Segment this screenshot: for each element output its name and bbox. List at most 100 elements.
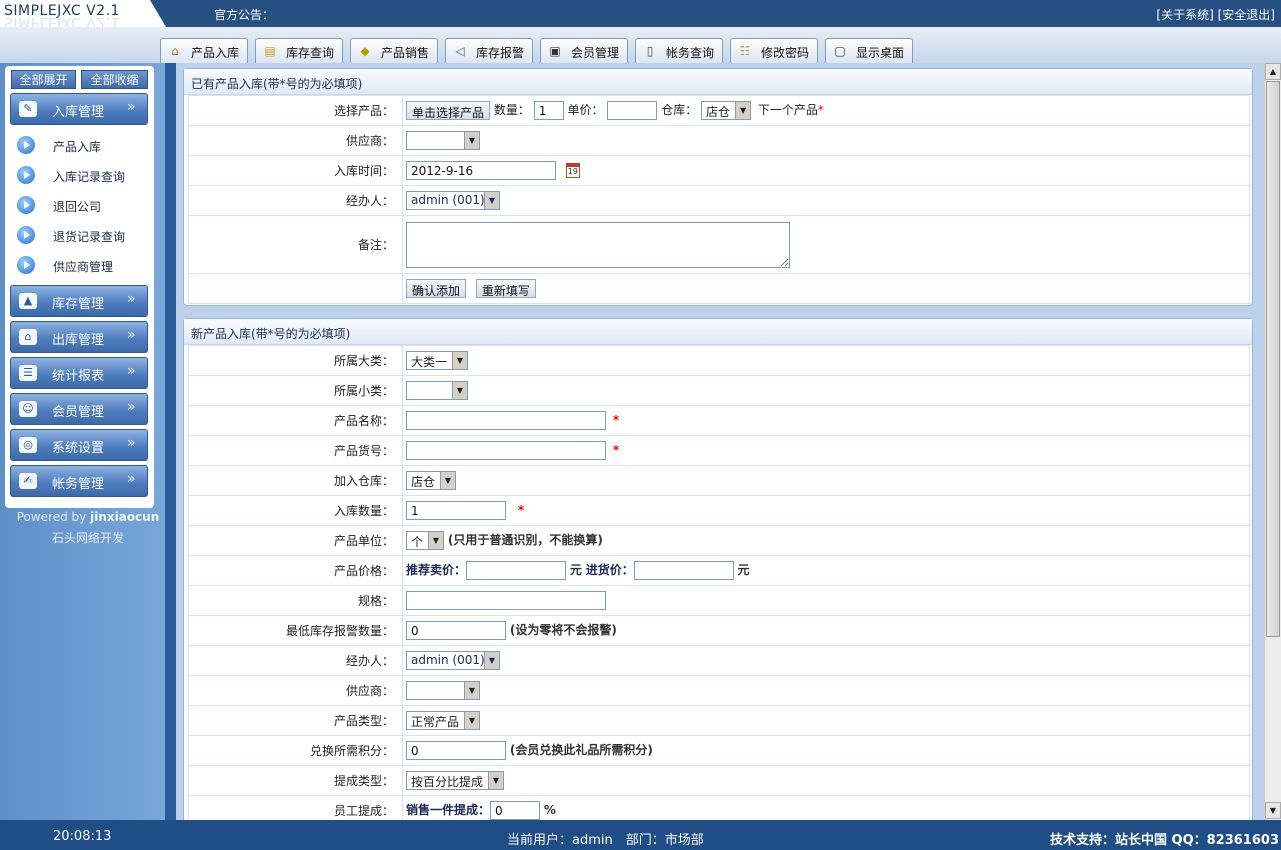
tab-label: 产品入库	[191, 46, 240, 60]
chevron-down-icon: ▼	[440, 472, 455, 489]
handler-select[interactable]: admin (001) ▼	[406, 651, 500, 670]
empty-cell	[188, 273, 403, 304]
reset-button[interactable]: 重新填写	[475, 279, 536, 298]
subitem-return-records[interactable]: 退货记录查询	[15, 225, 145, 245]
play-icon	[17, 196, 35, 214]
spec-input[interactable]	[406, 591, 606, 610]
tab-label: 帐务查询	[666, 46, 715, 60]
subitem-return[interactable]: 退回公司	[15, 195, 145, 215]
product-type-select[interactable]: 正常产品 ▼	[406, 711, 480, 730]
select-value: 按百分比提成	[411, 775, 484, 789]
menu-label: 出库管理	[52, 333, 105, 348]
section-title: 新产品入库(带*号的为必填项)	[184, 319, 1252, 345]
unit-note: (只用于普通识别，不能换算)	[447, 533, 603, 547]
points-input[interactable]	[406, 741, 506, 760]
menu-stock-out[interactable]: ⌂ 出库管理 »	[10, 321, 148, 353]
subitem-label: 入库记录查询	[53, 170, 126, 184]
report-icon: ☰	[19, 365, 37, 381]
powered-brand: jinxiaocun	[90, 510, 160, 524]
menu-label: 入库管理	[52, 105, 105, 120]
menu-settings[interactable]: ◎ 系统设置 »	[10, 429, 148, 461]
product-code-input[interactable]	[406, 441, 606, 460]
field-label: 供应商：	[188, 125, 403, 156]
tab-label: 库存报警	[476, 46, 525, 60]
subitem-label: 供应商管理	[53, 260, 114, 274]
remark-textarea[interactable]	[406, 221, 790, 268]
subitem-label: 产品入库	[53, 140, 102, 154]
scroll-up-arrow-icon[interactable]: ▲	[1265, 63, 1281, 80]
sell-price-label: 推荐卖价：	[406, 563, 467, 577]
unit-select[interactable]: 个 ▼	[406, 531, 444, 550]
buy-price-input[interactable]	[633, 561, 734, 580]
currency-label: 元	[737, 563, 750, 577]
expand-all-button[interactable]: 全部展开	[11, 70, 76, 89]
member-icon: ▣	[549, 44, 561, 58]
menu-reports[interactable]: ☰ 统计报表 »	[10, 357, 148, 389]
field-label: 入库数量：	[188, 495, 403, 526]
chevron-down-icon: ▼	[464, 132, 479, 149]
field-label: 产品单位：	[188, 525, 403, 556]
account-icon: ✍	[19, 473, 37, 489]
scroll-thumb[interactable]	[1266, 81, 1280, 637]
select-value: admin (001)	[411, 193, 485, 207]
field-label: 员工提成：	[188, 795, 403, 820]
tab-accounts[interactable]: ▯ 帐务查询	[635, 38, 723, 63]
tab-stock-in[interactable]: ⌂ 产品入库	[160, 38, 248, 63]
menu-stock[interactable]: ▲ 库存管理 »	[10, 285, 148, 317]
sell-price-input[interactable]	[466, 561, 567, 580]
tab-change-password[interactable]: ☷ 修改密码	[730, 38, 818, 63]
date-input[interactable]	[406, 161, 556, 180]
folder-icon: ▤	[264, 44, 276, 58]
vertical-scrollbar[interactable]: ▲ ▼	[1264, 63, 1281, 820]
tab-members[interactable]: ▣ 会员管理	[540, 38, 628, 63]
menu-members[interactable]: ☺ 会员管理 »	[10, 393, 148, 425]
quantity-input[interactable]	[406, 501, 506, 520]
tag-icon: ◆	[360, 44, 370, 58]
percent-sign: %	[543, 803, 556, 817]
unit-price-input[interactable]	[607, 101, 658, 120]
scroll-down-arrow-icon[interactable]: ▼	[1265, 802, 1281, 819]
select-value: 店仓	[411, 475, 436, 489]
required-mark: *	[612, 443, 620, 457]
chevron-down-icon: ▼	[452, 382, 467, 399]
tab-desktop[interactable]: ▢ 显示桌面	[825, 38, 913, 63]
field-label: 产品名称：	[188, 405, 403, 436]
tab-stock-query[interactable]: ▤ 库存查询	[255, 38, 343, 63]
chevron-down-icon: ▼	[464, 712, 479, 729]
menu-label: 库存管理	[52, 297, 105, 312]
points-note: (会员兑换此礼品所需积分)	[509, 743, 653, 757]
subitem-in-records[interactable]: 入库记录查询	[15, 165, 145, 185]
collapse-all-button[interactable]: 全部收缩	[81, 70, 148, 89]
tab-stock-alarm[interactable]: ◁ 库存报警	[445, 38, 533, 63]
select-value: 正常产品	[411, 715, 460, 729]
commission-input[interactable]	[490, 801, 541, 820]
subitem-suppliers[interactable]: 供应商管理	[15, 255, 145, 275]
menu-accounts[interactable]: ✍ 帐务管理 »	[10, 465, 148, 497]
subitem-product-in[interactable]: 产品入库	[15, 135, 145, 155]
subcategory-select[interactable]: ▼	[406, 381, 468, 400]
confirm-add-button[interactable]: 确认添加	[406, 279, 467, 298]
min-stock-input[interactable]	[406, 621, 506, 640]
tab-sales[interactable]: ◆ 产品销售	[350, 38, 438, 63]
stock-in-icon: ✎	[19, 101, 37, 117]
play-icon	[17, 166, 35, 184]
logout-link[interactable]: [安全退出]	[1218, 8, 1275, 22]
warehouse-select[interactable]: 店仓 ▼	[701, 101, 752, 120]
supplier-select[interactable]: ▼	[406, 681, 480, 700]
supplier-select[interactable]: ▼	[406, 131, 480, 150]
powered-by: Powered by jinxiaocun	[0, 510, 176, 524]
select-product-button[interactable]: 单击选择产品	[406, 101, 491, 120]
qty-label: 数量：	[493, 103, 530, 117]
commission-type-select[interactable]: 按百分比提成 ▼	[406, 771, 504, 790]
about-link[interactable]: [关于系统]	[1156, 8, 1213, 22]
chevron-icon: »	[127, 399, 136, 415]
chevron-down-icon: ▼	[452, 352, 467, 369]
calendar-icon[interactable]: 19	[565, 163, 580, 178]
menu-stock-in[interactable]: ✎ 入库管理 »	[10, 93, 148, 125]
chevron-down-icon: ▼	[464, 682, 479, 699]
warehouse-select[interactable]: 店仓 ▼	[406, 471, 456, 490]
quantity-input[interactable]	[533, 101, 564, 120]
handler-select[interactable]: admin (001) ▼	[406, 191, 500, 210]
category-select[interactable]: 大类一 ▼	[406, 351, 468, 370]
product-name-input[interactable]	[406, 411, 606, 430]
